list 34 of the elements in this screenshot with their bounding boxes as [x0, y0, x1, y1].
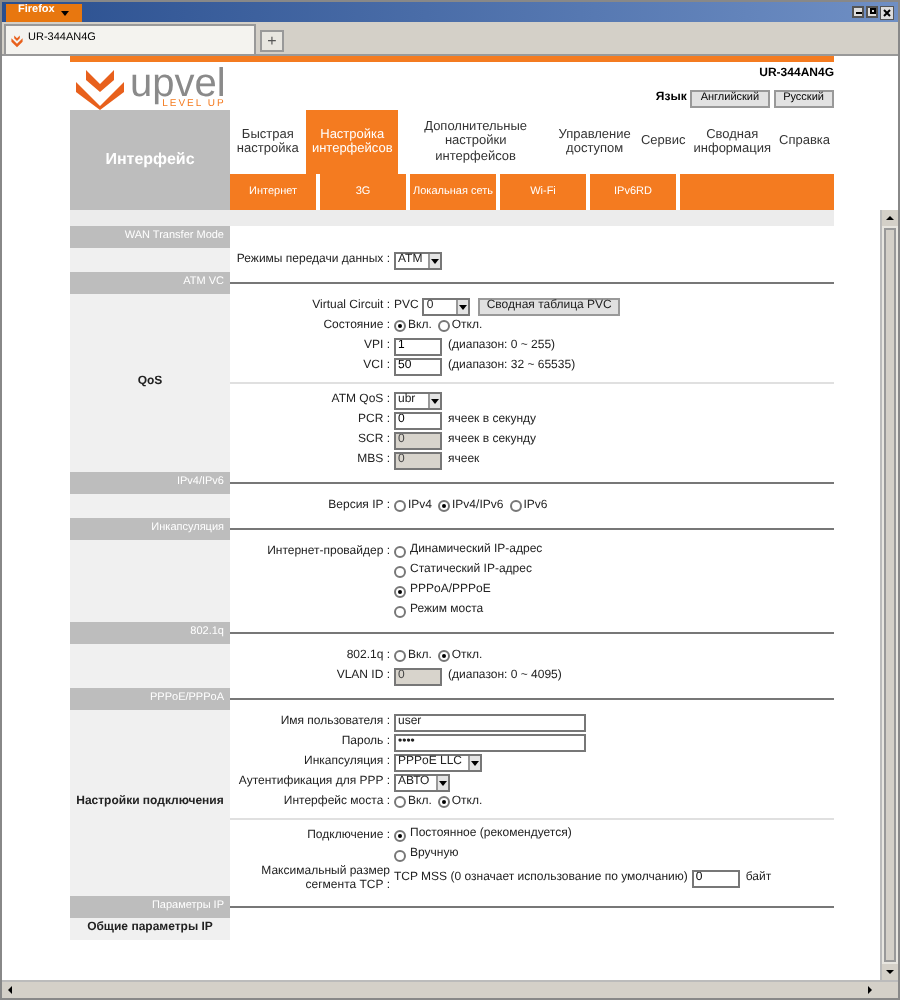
radio-button[interactable] [394, 320, 406, 332]
radio-button[interactable] [394, 829, 406, 841]
radio-button[interactable] [394, 605, 406, 617]
radio-button[interactable] [394, 585, 406, 597]
horizontal-scrollbar[interactable] [2, 980, 898, 998]
scroll-right-icon[interactable] [862, 982, 878, 998]
caret-icon [470, 757, 481, 767]
radio-button[interactable] [509, 500, 522, 512]
close-icon[interactable] [880, 5, 894, 19]
scroll-up-icon[interactable] [882, 210, 898, 226]
caret-icon [60, 7, 71, 17]
caret-icon [458, 301, 469, 311]
radio-button[interactable] [394, 650, 406, 662]
radio-button[interactable] [438, 500, 451, 512]
radio-button[interactable] [437, 796, 450, 808]
maximize-icon[interactable] [866, 5, 878, 17]
vertical-scrollbar[interactable] [880, 210, 898, 980]
radio-button[interactable] [437, 650, 450, 662]
caret-icon [430, 255, 441, 265]
radio-button[interactable] [394, 849, 406, 861]
caret-icon [437, 777, 448, 787]
caret-icon [430, 395, 440, 405]
scroll-down-icon[interactable] [882, 964, 898, 980]
radio-button[interactable] [394, 500, 406, 512]
minimize-icon[interactable] [852, 5, 864, 17]
chevron-logo-icon [10, 33, 24, 47]
radio-button[interactable] [437, 320, 450, 332]
sidebar-title-panel: Интерфейс [70, 110, 230, 210]
chevron-logo-icon [74, 66, 126, 110]
scroll-thumb[interactable] [884, 228, 896, 962]
new-tab-button[interactable]: + [260, 30, 284, 52]
radio-button[interactable] [394, 565, 406, 577]
radio-button[interactable] [394, 796, 406, 808]
radio-button[interactable] [394, 545, 406, 557]
